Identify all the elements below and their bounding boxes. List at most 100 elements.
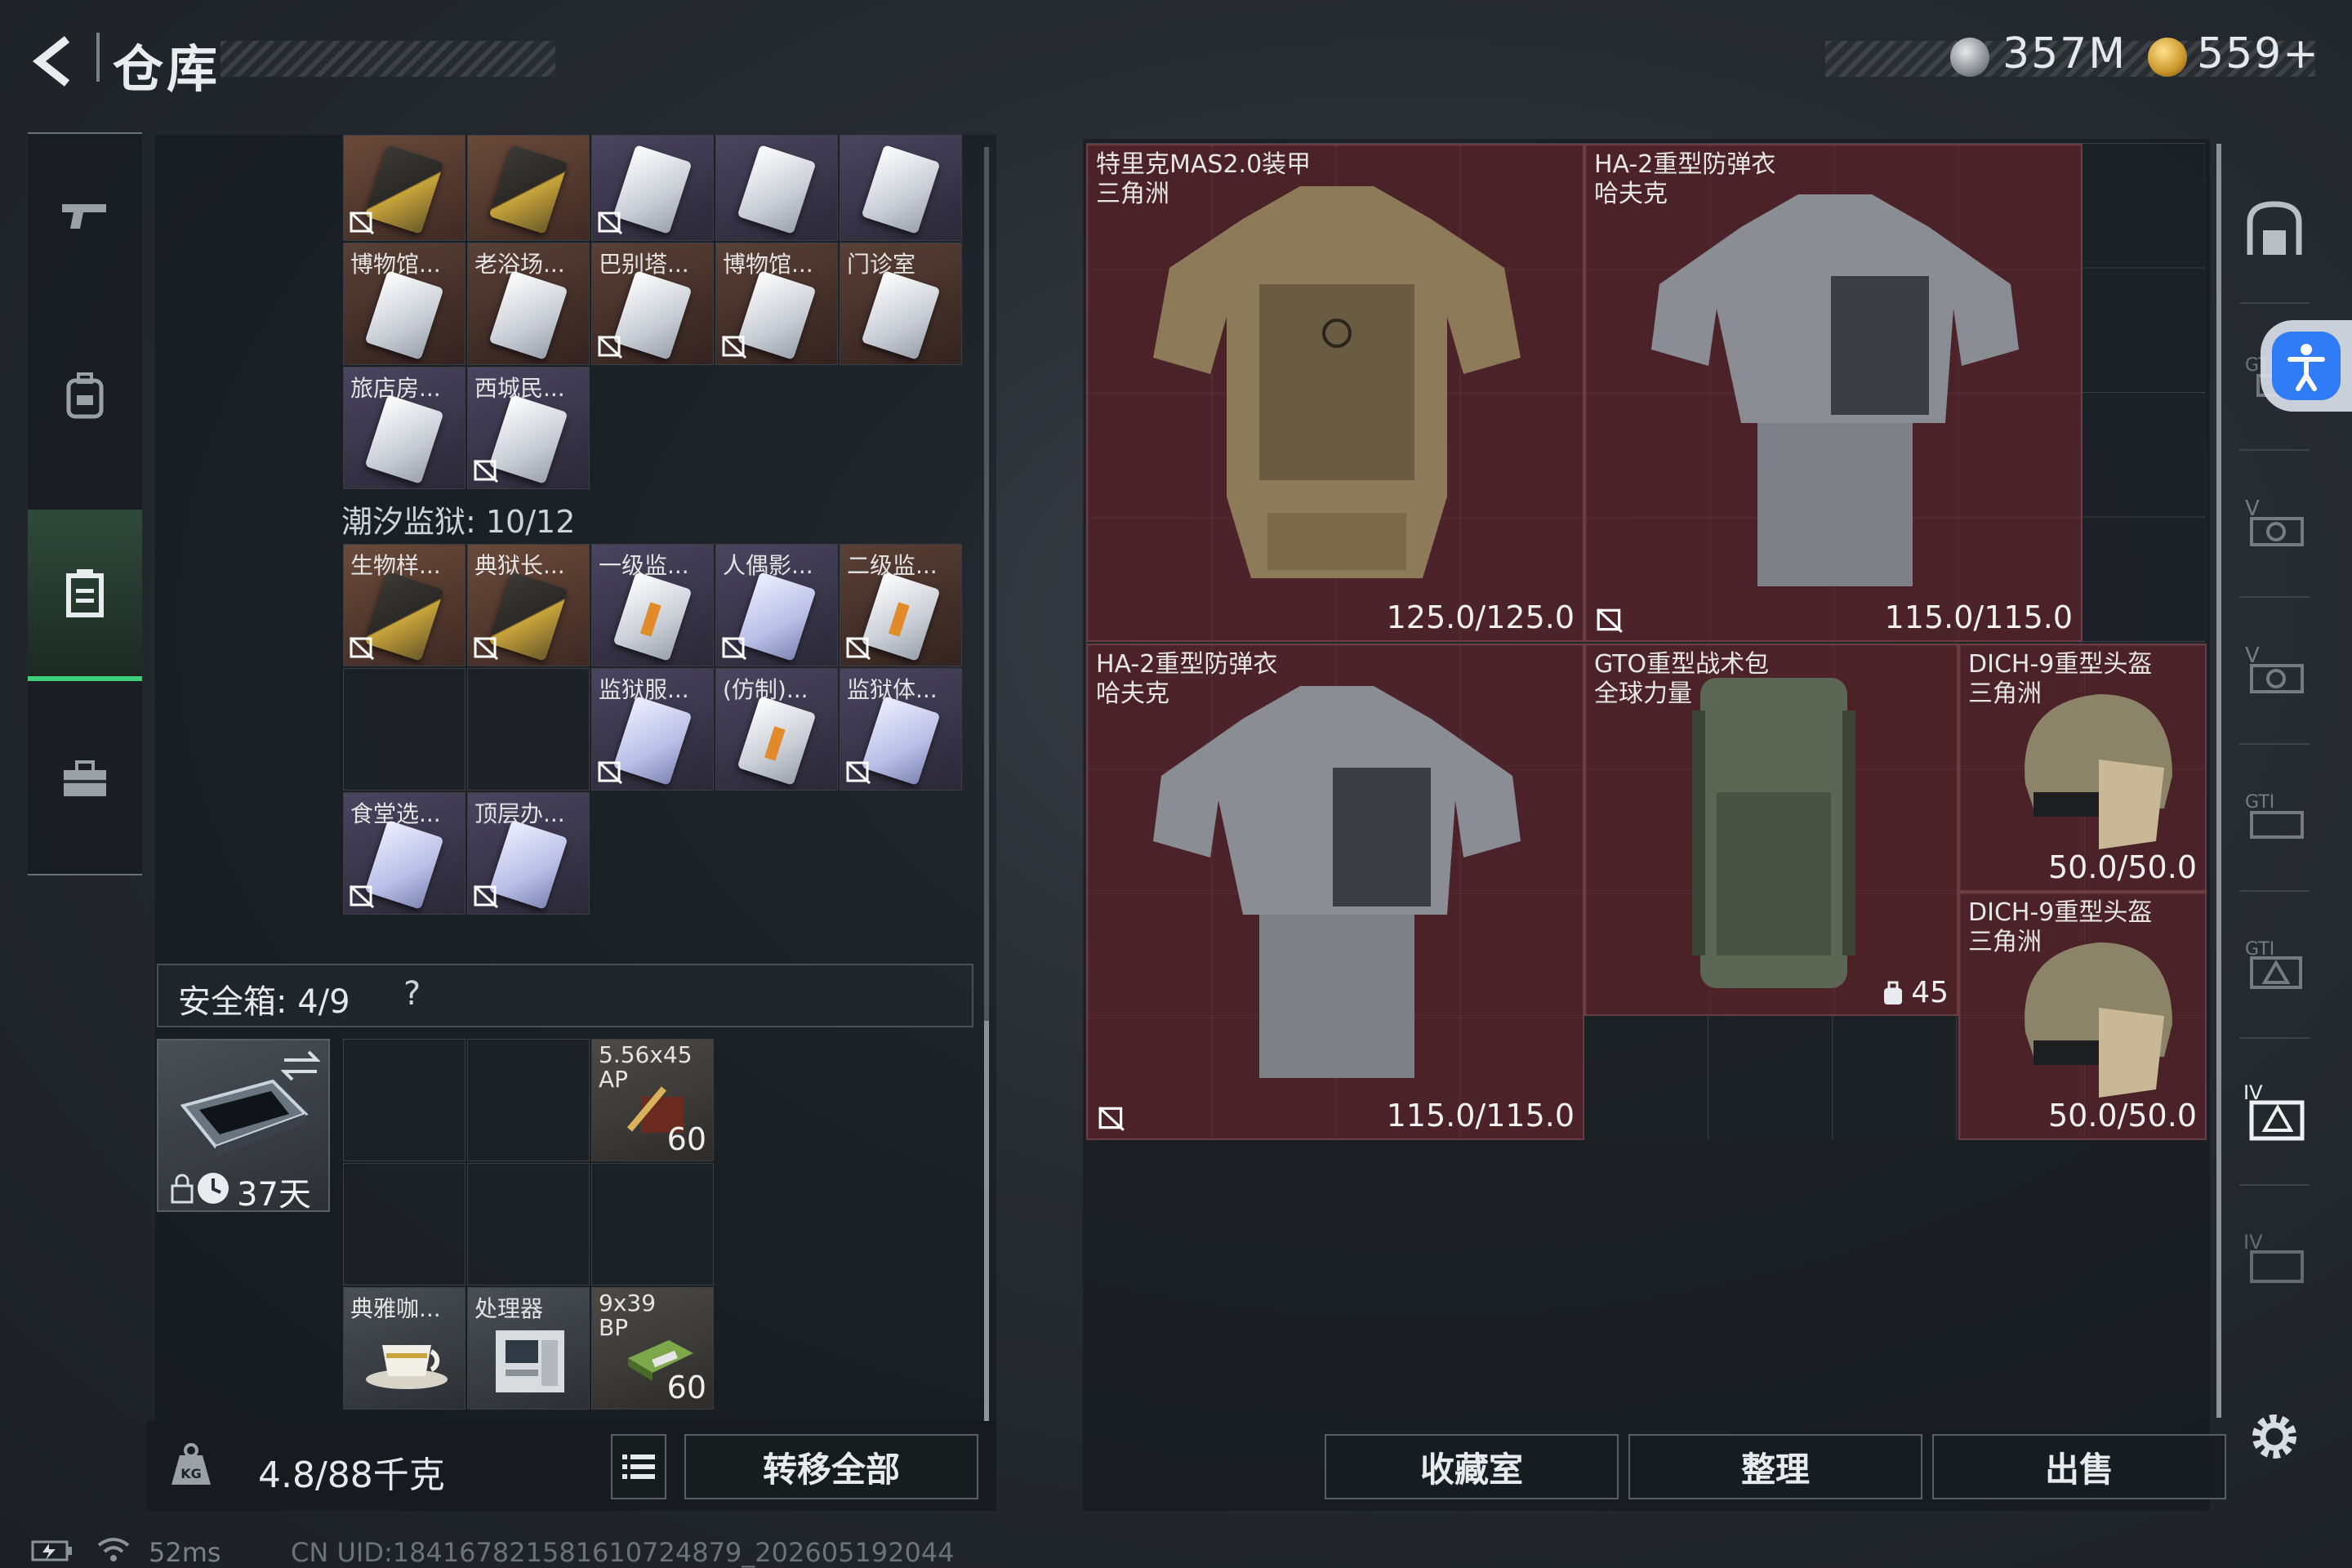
inventory-card-slot[interactable]: (仿制)... bbox=[715, 668, 838, 791]
helmet-item[interactable]: DICH-9重型头盔 三角洲 50.0/50.0 bbox=[1958, 892, 2207, 1140]
filter-iv-2[interactable]: IV bbox=[2223, 1192, 2326, 1323]
empty-slot bbox=[343, 1163, 466, 1285]
backpack-icon bbox=[66, 372, 104, 419]
inventory-card-slot[interactable]: 旅店房... bbox=[343, 367, 466, 489]
inventory-card-slot[interactable] bbox=[343, 135, 466, 241]
gun-icon bbox=[62, 204, 106, 229]
helmet-image bbox=[2025, 942, 2172, 1098]
durability-value: 115.0/115.0 bbox=[1884, 599, 2073, 635]
coffee-cup-icon bbox=[366, 1345, 448, 1389]
item-label: 门诊室 bbox=[847, 251, 916, 278]
inventory-card-slot[interactable]: 老浴场... bbox=[467, 243, 590, 365]
iv-case-icon: IV bbox=[2243, 1231, 2304, 1283]
list-icon bbox=[622, 1454, 655, 1479]
category-nav bbox=[28, 132, 142, 875]
filter-gti-2[interactable]: GTI bbox=[2223, 751, 2326, 882]
inventory-card-slot[interactable]: 监狱体... bbox=[840, 668, 962, 791]
nav-tools[interactable] bbox=[28, 697, 142, 861]
section-label-tidal-prison: 潮汐监狱: 10/12 bbox=[341, 504, 576, 540]
sort-button[interactable]: 整理 bbox=[1628, 1434, 1922, 1499]
durability-value: 125.0/125.0 bbox=[1386, 599, 1575, 635]
no-trade-icon bbox=[721, 335, 747, 359]
inventory-card-slot[interactable]: 西城民... bbox=[467, 367, 590, 489]
inventory-card-slot[interactable]: 一级监... bbox=[591, 544, 714, 666]
no-trade-icon bbox=[349, 636, 375, 661]
collection-room-button[interactable]: 收藏室 bbox=[1325, 1434, 1619, 1499]
filter-all[interactable] bbox=[2223, 163, 2326, 294]
filter-v-2[interactable]: V bbox=[2223, 604, 2326, 735]
backpack-image bbox=[1692, 678, 1855, 988]
backpack-item[interactable]: GTO重型战术包 全球力量 45 bbox=[1584, 644, 1958, 1016]
accessibility-float[interactable] bbox=[2261, 320, 2352, 412]
nav-storage[interactable] bbox=[28, 510, 142, 681]
no-trade-icon bbox=[597, 211, 623, 235]
helmet-item[interactable]: DICH-9重型头盔 三角洲 50.0/50.0 bbox=[1958, 644, 2207, 892]
filter-gti-3[interactable]: GTI bbox=[2223, 898, 2326, 1029]
no-trade-icon bbox=[349, 884, 375, 909]
inventory-card-slot[interactable]: 生物样... bbox=[343, 544, 466, 666]
transfer-all-button[interactable]: 转移全部 bbox=[684, 1434, 978, 1499]
armor-item[interactable]: 特里克MAS2.0装甲 三角洲 125.0/125.0 bbox=[1086, 144, 1584, 642]
back-arrow-icon[interactable] bbox=[24, 33, 82, 90]
body-armor-image bbox=[1153, 686, 1521, 1078]
ammo-item-slot[interactable]: 5.56x45 AP 60 bbox=[591, 1039, 714, 1161]
inventory-card-slot[interactable]: 二级监... bbox=[840, 544, 962, 666]
body-armor-image bbox=[1651, 194, 2019, 586]
safe-box-header: 安全箱: 4/9 ? bbox=[157, 964, 973, 1027]
item-label: 典雅咖... bbox=[350, 1295, 441, 1322]
list-view-button[interactable] bbox=[611, 1434, 666, 1499]
filter-iv-active[interactable]: IV bbox=[2223, 1045, 2326, 1176]
weight-icon: KG bbox=[172, 1443, 211, 1485]
swap-icon[interactable] bbox=[281, 1049, 320, 1081]
sell-button[interactable]: 出售 bbox=[1932, 1434, 2226, 1499]
nav-weapons[interactable] bbox=[28, 134, 142, 297]
settings-gear-icon[interactable] bbox=[2246, 1408, 2303, 1465]
empty-slot bbox=[467, 668, 590, 791]
safe-box-case-icon bbox=[180, 1079, 309, 1156]
inventory-card-slot[interactable]: 博物馆... bbox=[343, 243, 466, 365]
help-icon[interactable]: ? bbox=[403, 975, 421, 1013]
inventory-card-slot[interactable] bbox=[715, 135, 838, 241]
right-scrollbar[interactable] bbox=[2216, 144, 2221, 1418]
inventory-card-slot[interactable]: 博物馆... bbox=[715, 243, 838, 365]
gti-gun-icon: GTI bbox=[2245, 792, 2304, 839]
ammo-item-slot[interactable]: 9x39 BP 60 bbox=[591, 1287, 714, 1410]
durability-value: 115.0/115.0 bbox=[1386, 1098, 1575, 1134]
inventory-card-slot[interactable]: 顶层办... bbox=[467, 792, 590, 915]
inventory-card-slot[interactable]: 食堂选... bbox=[343, 792, 466, 915]
currency-2-value[interactable]: 559+ bbox=[2197, 29, 2320, 78]
inventory-card-slot[interactable] bbox=[840, 135, 962, 241]
nav-equipment[interactable] bbox=[28, 314, 142, 477]
armor-item[interactable]: HA-2重型防弹衣 哈夫克 115.0/115.0 bbox=[1584, 144, 2082, 642]
filter-v-1[interactable]: V bbox=[2223, 457, 2326, 588]
svg-text:KG: KG bbox=[180, 1466, 202, 1481]
durability-value: 50.0/50.0 bbox=[2047, 1098, 2197, 1134]
safe-box-slot[interactable]: 37天 bbox=[157, 1039, 330, 1214]
inventory-card-slot[interactable]: 人偶影... bbox=[715, 544, 838, 666]
inventory-card-slot[interactable]: 门诊室 bbox=[840, 243, 962, 365]
item-count: 60 bbox=[666, 1370, 706, 1405]
no-trade-icon bbox=[845, 636, 871, 661]
coffee-cup-item-slot[interactable]: 典雅咖... bbox=[343, 1287, 466, 1410]
safe-box-days-left: 37天 bbox=[237, 1176, 311, 1214]
svg-text:GTI: GTI bbox=[2245, 792, 2274, 813]
processor-item-slot[interactable]: 处理器 bbox=[467, 1287, 590, 1410]
armor-item[interactable]: HA-2重型防弹衣 哈夫克 115.0/115.0 bbox=[1086, 644, 1584, 1140]
processor-icon bbox=[496, 1330, 564, 1392]
inventory-card-slot[interactable]: 巴别塔... bbox=[591, 243, 714, 365]
no-trade-icon bbox=[473, 459, 499, 483]
empty-slot bbox=[467, 1163, 590, 1285]
left-scrollbar-thumb[interactable] bbox=[984, 1021, 989, 1421]
iv-triangle-icon: IV bbox=[2243, 1081, 2305, 1141]
inventory-card-slot[interactable] bbox=[591, 135, 714, 241]
item-count: 60 bbox=[666, 1121, 706, 1157]
item-label: 处理器 bbox=[474, 1295, 544, 1322]
inventory-card-slot[interactable]: 典狱长... bbox=[467, 544, 590, 666]
empty-slot bbox=[467, 1039, 590, 1161]
inventory-card-slot[interactable]: 监狱服... bbox=[591, 668, 714, 791]
accessibility-icon bbox=[2272, 332, 2341, 400]
inventory-card-slot[interactable] bbox=[467, 135, 590, 241]
svg-text:IV: IV bbox=[2243, 1231, 2263, 1254]
gti-triangle-icon: GTI bbox=[2245, 939, 2302, 989]
clock-icon bbox=[198, 1173, 229, 1204]
